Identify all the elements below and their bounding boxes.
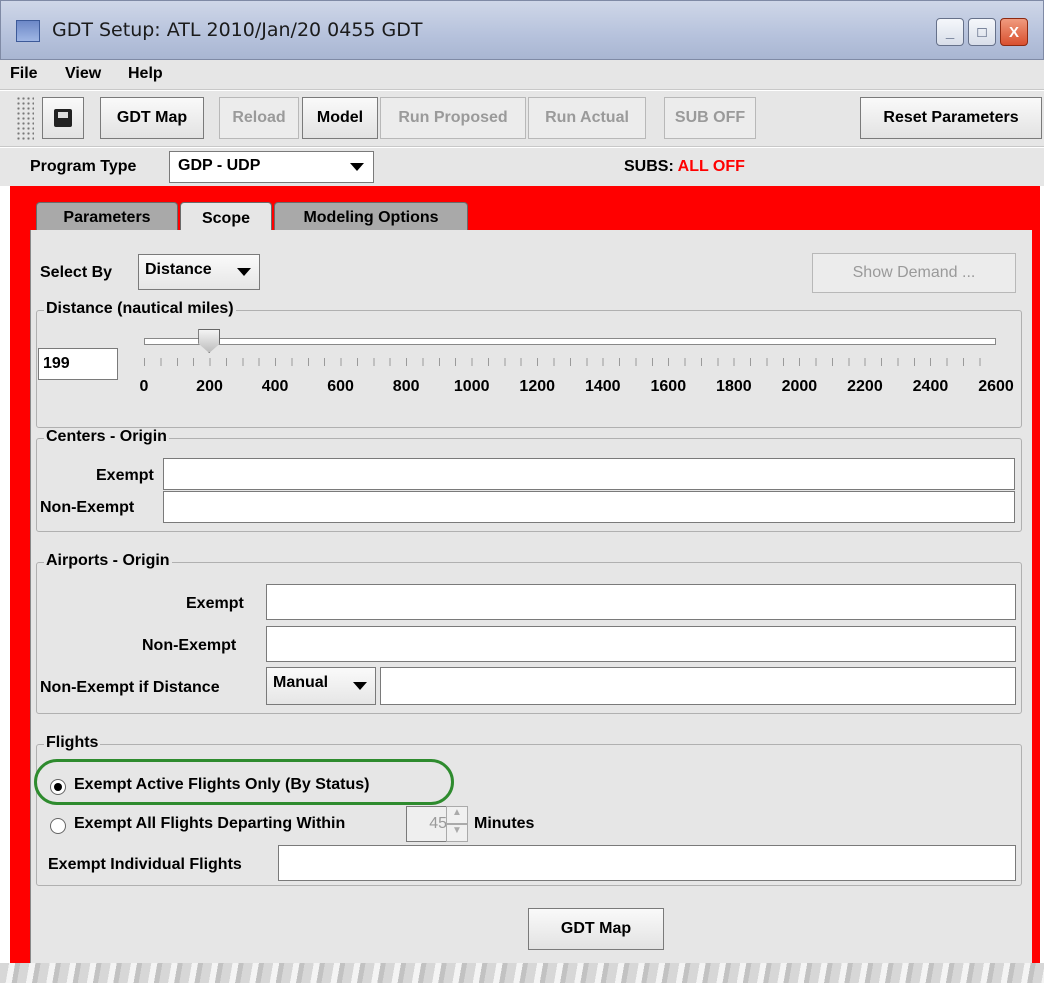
stepper-up-icon[interactable]: ▲ xyxy=(446,806,468,824)
slider-tick-label: 2000 xyxy=(781,378,818,395)
subs-label: SUBS: xyxy=(624,158,674,175)
tab-parameters[interactable]: Parameters xyxy=(36,202,178,232)
slider-tick-label: 600 xyxy=(327,378,354,395)
slider-tick-label: 1000 xyxy=(453,378,490,395)
slider-tick-label: 1600 xyxy=(650,378,687,395)
sub-off-button[interactable]: SUB OFF xyxy=(664,97,756,139)
slider-tick-label: 1800 xyxy=(716,378,752,395)
subs-status: SUBS: ALL OFF xyxy=(624,158,745,176)
stepper-down-icon[interactable]: ▼ xyxy=(446,824,468,842)
centers-exempt-field[interactable] xyxy=(163,458,1015,490)
save-button[interactable] xyxy=(42,97,84,139)
centers-non-exempt-label: Non-Exempt xyxy=(40,499,135,516)
reset-parameters-button[interactable]: Reset Parameters xyxy=(860,97,1042,139)
exempt-active-radio[interactable] xyxy=(50,779,66,795)
program-type-label: Program Type xyxy=(30,158,137,175)
airports-origin-label: Airports - Origin xyxy=(44,552,172,570)
centers-exempt-label: Exempt xyxy=(96,467,154,484)
distance-value-field[interactable]: 199 xyxy=(38,348,118,380)
program-type-value: GDP - UDP xyxy=(178,157,261,174)
minimize-button[interactable]: _ xyxy=(936,18,964,46)
program-type-select[interactable]: GDP - UDP xyxy=(169,151,374,183)
tab-modeling-options[interactable]: Modeling Options xyxy=(274,202,468,232)
chevron-down-icon xyxy=(350,163,364,171)
menu-help[interactable]: Help xyxy=(128,65,163,83)
exempt-active-label[interactable]: Exempt Active Flights Only (By Status) xyxy=(74,776,369,794)
centers-non-exempt-field[interactable] xyxy=(163,491,1015,523)
slider-tick-label: 1200 xyxy=(519,378,556,395)
menu-file[interactable]: File xyxy=(10,65,38,83)
exempt-departing-radio[interactable] xyxy=(50,818,66,834)
slider-tick-label: 400 xyxy=(261,378,289,395)
maximize-button[interactable]: □ xyxy=(968,18,996,46)
distance-group-label: Distance (nautical miles) xyxy=(44,300,236,318)
program-row xyxy=(0,148,1044,186)
toolbar-grip[interactable] xyxy=(16,96,34,142)
chevron-down-icon xyxy=(237,268,251,276)
airports-exempt-field[interactable] xyxy=(266,584,1016,620)
flights-group-label: Flights xyxy=(44,734,101,752)
non-exempt-if-distance-label: Non-Exempt if Distance xyxy=(40,679,220,696)
select-by-dropdown[interactable]: Distance xyxy=(138,254,260,290)
centers-origin-label: Centers - Origin xyxy=(44,428,169,446)
airports-non-exempt-field[interactable] xyxy=(266,626,1016,662)
gdt-map-toolbar-button[interactable]: GDT Map xyxy=(100,97,204,139)
exempt-individual-field[interactable] xyxy=(278,845,1016,881)
minutes-value: 45 xyxy=(429,815,447,832)
model-button[interactable]: Model xyxy=(302,97,378,139)
slider-tick-label: 200 xyxy=(196,378,223,395)
airports-non-exempt-label: Non-Exempt xyxy=(142,637,237,654)
manual-option: Manual xyxy=(273,674,329,691)
window-title: GDT Setup: ATL 2010/Jan/20 0455 GDT xyxy=(52,19,423,41)
menu-view[interactable]: View xyxy=(65,65,101,83)
subs-value: ALL OFF xyxy=(677,158,745,175)
distance-group xyxy=(36,310,1022,428)
gdt-map-button[interactable]: GDT Map xyxy=(528,908,664,950)
airports-exempt-label: Exempt xyxy=(186,595,244,612)
app-icon xyxy=(16,20,40,42)
minutes-label: Minutes xyxy=(474,815,535,832)
exempt-departing-label[interactable]: Exempt All Flights Departing Within xyxy=(74,815,345,833)
chevron-down-icon xyxy=(353,682,367,690)
slider-tick-label: 2600 xyxy=(978,378,1014,395)
slider-tick-marks xyxy=(144,358,996,366)
slider-tick-label: 2200 xyxy=(847,378,883,395)
non-exempt-distance-field[interactable] xyxy=(380,667,1016,705)
show-demand-button[interactable]: Show Demand ... xyxy=(812,253,1016,293)
non-exempt-distance-mode-dropdown[interactable]: Manual xyxy=(266,667,376,705)
run-actual-button[interactable]: Run Actual xyxy=(528,97,646,139)
distance-slider-track[interactable] xyxy=(144,338,996,345)
run-proposed-button[interactable]: Run Proposed xyxy=(380,97,526,139)
torn-edge xyxy=(0,963,1044,983)
slider-tick-label: 2400 xyxy=(912,378,949,395)
exempt-individual-label: Exempt Individual Flights xyxy=(48,856,242,873)
close-button[interactable]: X xyxy=(1000,18,1028,46)
save-icon xyxy=(54,109,72,127)
slider-tick-label: 800 xyxy=(392,378,420,395)
slider-tick-label: 1400 xyxy=(584,378,621,395)
select-by-label: Select By xyxy=(40,264,113,281)
select-by-value: Distance xyxy=(145,261,212,278)
reload-button[interactable]: Reload xyxy=(219,97,299,139)
slider-tick-label: 0 xyxy=(139,378,149,395)
